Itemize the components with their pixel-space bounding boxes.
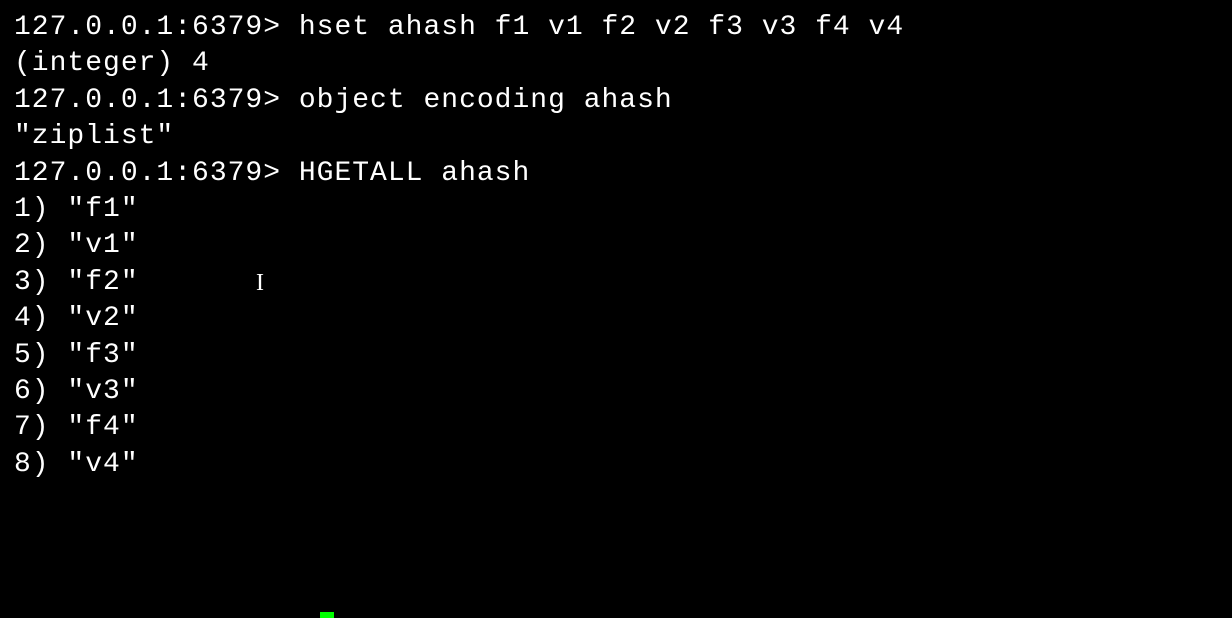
terminal-output-text: 3) "f2" <box>14 267 139 298</box>
terminal-command: HGETALL ahash <box>299 158 530 189</box>
terminal-cursor <box>320 612 334 618</box>
terminal-line: 6) "v3" <box>14 374 1218 410</box>
terminal-output-text: 1) "f1" <box>14 194 139 225</box>
terminal-line: 8) "v4" <box>14 447 1218 483</box>
terminal-line: 127.0.0.1:6379> hset ahash f1 v1 f2 v2 f… <box>14 10 1218 46</box>
terminal-line: 127.0.0.1:6379> HGETALL ahash <box>14 156 1218 192</box>
terminal-output[interactable]: 127.0.0.1:6379> hset ahash f1 v1 f2 v2 f… <box>14 10 1218 483</box>
terminal-line: 4) "v2" <box>14 301 1218 337</box>
terminal-line: "ziplist" <box>14 119 1218 155</box>
terminal-output-text: (integer) 4 <box>14 48 210 79</box>
terminal-line: 127.0.0.1:6379> object encoding ahash <box>14 83 1218 119</box>
text-cursor-icon: I <box>256 268 265 299</box>
terminal-line: 7) "f4" <box>14 410 1218 446</box>
terminal-output-text: 2) "v1" <box>14 230 139 261</box>
terminal-output-text: 8) "v4" <box>14 449 139 480</box>
terminal-command: hset ahash f1 v1 f2 v2 f3 v3 f4 v4 <box>299 12 904 43</box>
terminal-output-text: 4) "v2" <box>14 303 139 334</box>
terminal-prompt: 127.0.0.1:6379> <box>14 85 299 116</box>
terminal-line: 2) "v1" <box>14 228 1218 264</box>
terminal-line: 5) "f3" <box>14 338 1218 374</box>
terminal-line: 1) "f1" <box>14 192 1218 228</box>
terminal-output-text: 6) "v3" <box>14 376 139 407</box>
terminal-command: object encoding ahash <box>299 85 673 116</box>
terminal-prompt: 127.0.0.1:6379> <box>14 158 299 189</box>
terminal-output-text: "ziplist" <box>14 121 174 152</box>
terminal-prompt: 127.0.0.1:6379> <box>14 12 299 43</box>
terminal-output-text: 7) "f4" <box>14 412 139 443</box>
terminal-line: 3) "f2" <box>14 265 1218 301</box>
terminal-line: (integer) 4 <box>14 46 1218 82</box>
terminal-output-text: 5) "f3" <box>14 340 139 371</box>
